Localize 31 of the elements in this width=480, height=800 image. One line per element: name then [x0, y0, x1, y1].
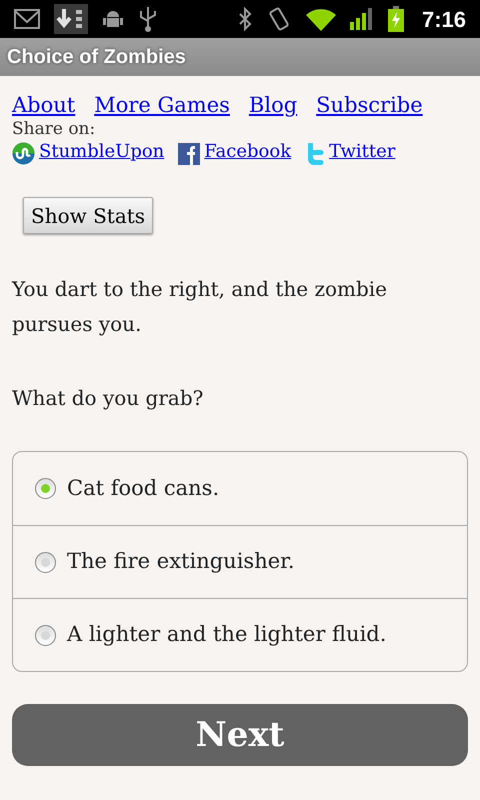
- signal-icon: [350, 8, 374, 30]
- battery-charging-icon: [388, 6, 404, 32]
- share-link[interactable]: StumbleUpon: [39, 139, 164, 165]
- clock-time: 7:16: [422, 6, 466, 34]
- nav-link[interactable]: Blog: [248, 91, 298, 119]
- android-icon: [102, 8, 124, 30]
- radio-button[interactable]: [35, 478, 56, 499]
- mail-icon: [14, 9, 40, 29]
- share-link[interactable]: Facebook: [204, 139, 292, 165]
- next-button[interactable]: Next: [12, 704, 468, 766]
- show-stats-button[interactable]: Show Stats: [23, 197, 154, 234]
- facebook-icon: [178, 143, 200, 165]
- nav-link[interactable]: More Games: [94, 91, 230, 119]
- share-label: Share on:: [12, 119, 96, 139]
- share-link[interactable]: Twitter: [329, 139, 396, 165]
- radio-button[interactable]: [35, 624, 56, 646]
- nav-link[interactable]: Subscribe: [316, 91, 423, 119]
- nav-link[interactable]: About: [12, 91, 76, 119]
- story-text: What do you grab?: [12, 385, 204, 412]
- choice-label[interactable]: The fire extinguisher.: [67, 546, 295, 578]
- radio-button[interactable]: [35, 552, 56, 572]
- stumbleupon-icon: [12, 142, 35, 165]
- bluetooth-icon: [238, 7, 252, 31]
- choice-label[interactable]: Cat food cans.: [67, 472, 220, 504]
- wifi-icon: [306, 7, 336, 31]
- choice-label[interactable]: A lighter and the lighter fluid.: [67, 619, 386, 651]
- usb-icon: [138, 5, 158, 33]
- story-text: You dart to the right, and the zombie pursues you.: [12, 276, 388, 338]
- download-icon: [54, 4, 88, 34]
- bird-icon: [305, 143, 326, 165]
- app-title: Choice of Zombies: [7, 45, 186, 70]
